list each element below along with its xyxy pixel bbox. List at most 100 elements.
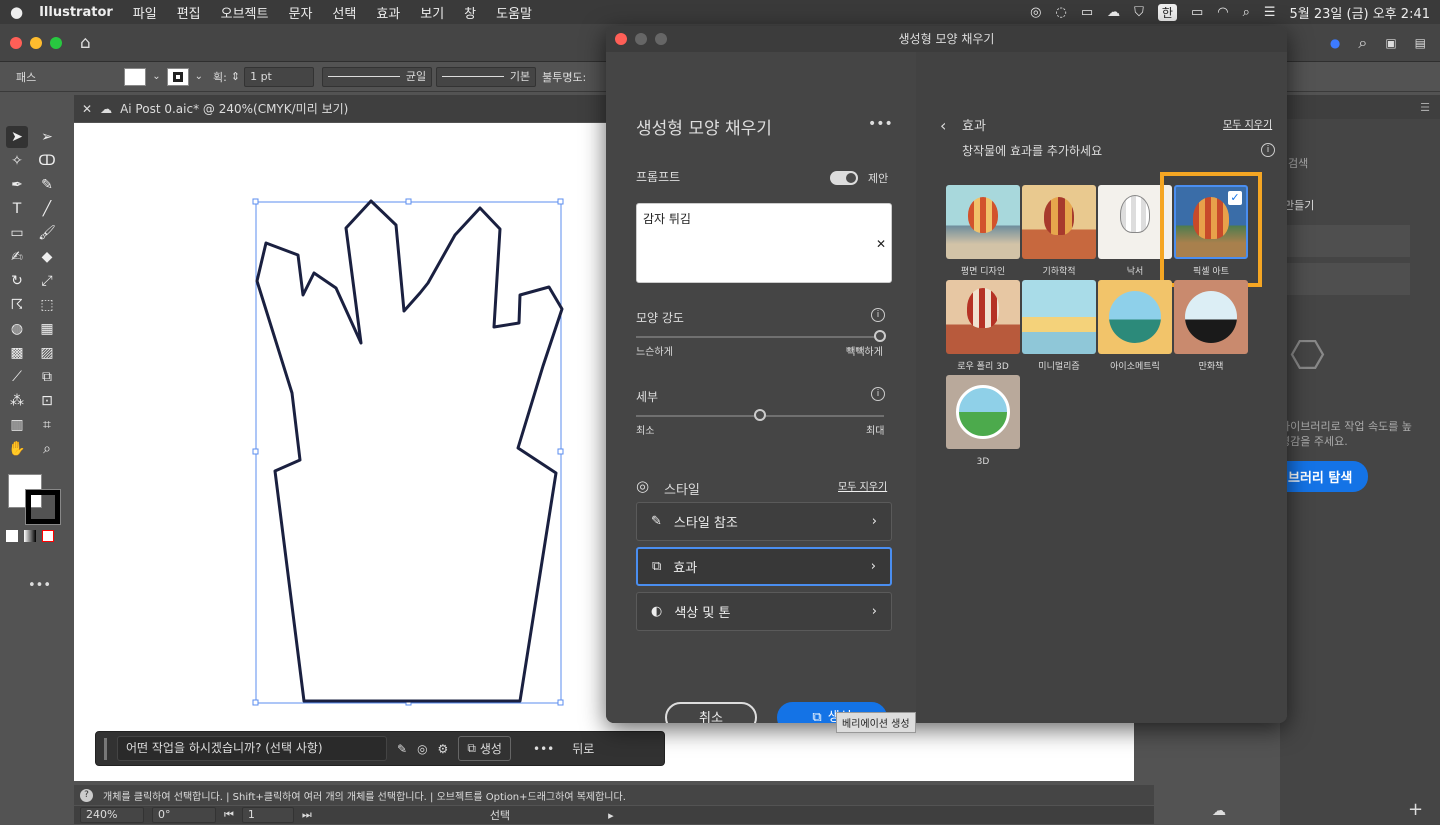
close-tab-icon[interactable]: ✕ (82, 102, 92, 116)
prompt-input[interactable]: 어떤 작업을 하시겠습니까? (선택 사항) (117, 736, 387, 761)
free-transform-icon[interactable]: ⬚ (36, 294, 58, 316)
eyedropper-icon[interactable]: ⟋ (6, 366, 28, 388)
shape-strength-slider[interactable] (636, 336, 884, 338)
effects-row[interactable]: ⧉ 효과 › (636, 547, 892, 586)
artboard-tool-icon[interactable]: ⊡ (36, 390, 58, 412)
menu-effect[interactable]: 효과 (376, 3, 400, 22)
variable-width-profile-select[interactable]: 균일 (322, 66, 433, 87)
library-create[interactable]: 만들기 (1284, 197, 1314, 213)
menu-select[interactable]: 선택 (332, 3, 356, 22)
back-button[interactable]: 뒤로 (572, 740, 594, 757)
effects-clear-all-link[interactable]: 모두 지우기 (1223, 116, 1272, 131)
first-page-icon[interactable]: ⏮ (224, 808, 234, 822)
fill-swatch[interactable] (124, 67, 147, 86)
chevron-down-icon[interactable]: ⌄ (152, 71, 160, 82)
clock[interactable]: 5월 23일 (금) 오후 2:41 (1290, 3, 1430, 22)
slice-tool-icon[interactable]: ⌗ (36, 414, 58, 436)
page-select[interactable]: 1 (241, 807, 294, 823)
hand-tool-icon[interactable]: ✋ (6, 438, 28, 460)
settings-icon[interactable]: ⚙ (438, 742, 449, 756)
stroke-color-box[interactable] (25, 489, 61, 525)
pen-tool-icon[interactable]: ✒ (6, 174, 28, 196)
zoom-tool-icon[interactable]: ⌕ (36, 438, 58, 460)
apple-icon[interactable]: ● (10, 3, 23, 21)
style-reference-row[interactable]: ✎ 스타일 참조 › (636, 502, 892, 541)
effect-3d[interactable]: 3D (946, 375, 1020, 467)
help-icon[interactable]: ? (80, 788, 93, 802)
more-options-icon[interactable]: ••• (868, 116, 893, 132)
effect-low-poly-3d[interactable]: 로우 폴리 3D (946, 280, 1020, 372)
library-item[interactable] (1280, 263, 1410, 295)
drag-handle[interactable] (104, 737, 107, 760)
shape-strength-info-icon[interactable]: i (871, 308, 885, 322)
maximize-window-button[interactable] (50, 36, 62, 49)
mode-select[interactable]: 선택 (490, 807, 510, 823)
type-tool-icon[interactable]: T (6, 198, 28, 220)
selection-tool-icon[interactable]: ➤ (6, 126, 28, 148)
warp-tool-icon[interactable]: ☈ (6, 294, 28, 316)
effect-geometric[interactable]: 기하학적 (1022, 185, 1096, 277)
wifi-icon[interactable]: ◠ (1217, 5, 1228, 20)
line-tool-icon[interactable]: ╱ (36, 198, 58, 220)
shape-strength-knob[interactable] (874, 330, 886, 342)
home-icon[interactable]: ⌂ (80, 33, 91, 53)
more-options-icon[interactable]: ••• (533, 742, 554, 756)
rectangle-tool-icon[interactable]: ▭ (6, 222, 28, 244)
back-chevron-icon[interactable]: ‹ (940, 116, 946, 135)
eraser-tool-icon[interactable]: ◆ (36, 246, 58, 268)
brush-definition-select[interactable]: 기본 (436, 66, 537, 87)
cancel-button[interactable]: 취소 (665, 702, 757, 723)
chevron-down-icon[interactable]: ⌄ (195, 71, 203, 82)
panel-menu-icon[interactable]: ☰ (1420, 101, 1430, 114)
effects-info-icon[interactable]: i (1261, 143, 1275, 157)
effect-minimalism[interactable]: 미니멀리즘 (1022, 280, 1096, 372)
rotate-tool-icon[interactable]: ↻ (6, 270, 28, 292)
cloud-icon[interactable]: ☁ (1107, 5, 1120, 20)
shaper-tool-icon[interactable]: ✍ (6, 246, 28, 268)
battery-icon[interactable]: ▭ (1191, 5, 1203, 20)
search-icon[interactable]: ⌕ (1358, 33, 1367, 53)
paintbrush-tool-icon[interactable]: 🖌 (36, 222, 58, 244)
library-search[interactable]: 검색 (1288, 155, 1308, 171)
generate-button[interactable]: ⧉생성 (458, 736, 511, 761)
color-mode-icon[interactable] (6, 530, 18, 542)
menu-view[interactable]: 보기 (420, 3, 444, 22)
curvature-tool-icon[interactable]: ✎ (36, 174, 58, 196)
control-center-icon[interactable]: ☰ (1264, 5, 1276, 20)
menu-edit[interactable]: 편집 (177, 3, 201, 22)
shape-fill-icon[interactable]: ✎ (397, 742, 407, 756)
shape-builder-icon[interactable]: ◍ (6, 318, 28, 340)
color-tone-row[interactable]: ◐ 색상 및 톤 › (636, 592, 892, 631)
more-tools-icon[interactable]: ••• (6, 578, 62, 593)
close-window-button[interactable] (10, 36, 22, 49)
direct-selection-tool-icon[interactable]: ➢ (36, 126, 58, 148)
sync-icon[interactable]: ◌ (1055, 5, 1066, 20)
play-icon[interactable]: ▸ (608, 809, 614, 822)
graph-tool-icon[interactable]: ▥ (6, 414, 28, 436)
effect-comic[interactable]: 만화책 (1174, 280, 1248, 372)
style-icon[interactable]: ◎ (417, 742, 427, 756)
cloud-icon[interactable]: ☁ (1212, 803, 1226, 819)
style-clear-all-link[interactable]: 모두 지우기 (838, 478, 887, 493)
detail-info-icon[interactable]: i (871, 387, 885, 401)
menu-file[interactable]: 파일 (133, 3, 157, 22)
effect-flat-design[interactable]: 평면 디자인 (946, 185, 1020, 277)
add-icon[interactable]: + (1408, 799, 1423, 820)
blend-tool-icon[interactable]: ⧉ (36, 366, 58, 388)
scale-tool-icon[interactable]: ⤢ (36, 270, 58, 292)
input-language[interactable]: 한 (1157, 3, 1177, 21)
library-item[interactable] (1280, 225, 1410, 257)
menu-help[interactable]: 도움말 (496, 3, 532, 22)
gradient-tool-icon[interactable]: ▨ (36, 342, 58, 364)
app-menu[interactable]: Illustrator (39, 5, 113, 20)
effect-isometric[interactable]: 아이소메트릭 (1098, 280, 1172, 372)
dialog-close-button[interactable] (615, 33, 627, 45)
last-page-icon[interactable]: ⏭ (302, 808, 312, 822)
none-mode-icon[interactable] (42, 530, 54, 542)
panel-toggle-icon[interactable]: ▤ (1415, 36, 1426, 50)
stroke-swatch[interactable] (166, 67, 189, 86)
stroke-weight-select[interactable]: 1 pt (244, 66, 315, 87)
symbol-sprayer-icon[interactable]: ⁂ (6, 390, 28, 412)
opacity-label[interactable]: 불투명도: (542, 69, 586, 85)
stroke-stepper-icon[interactable]: ⇕ (231, 70, 240, 83)
